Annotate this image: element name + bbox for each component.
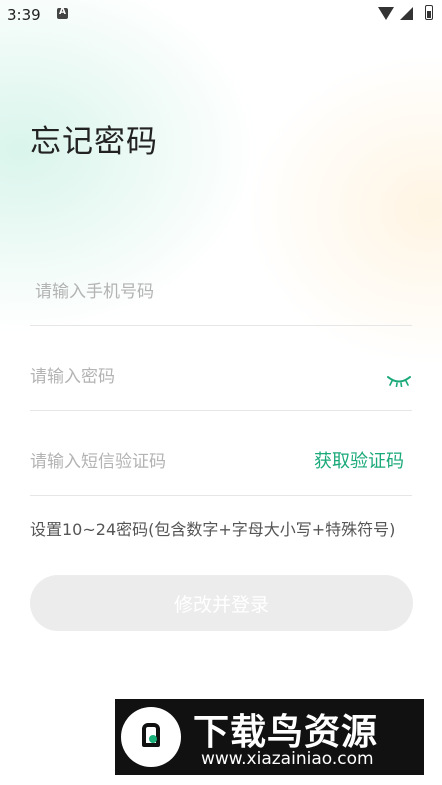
eye-closed-icon[interactable] [387, 372, 411, 388]
sms-code-field: 获取验证码 [30, 410, 412, 496]
phone-input[interactable] [35, 277, 315, 307]
watermark-banner: 下载鸟资源 www.xiazainiao.com [115, 699, 424, 775]
submit-button[interactable]: 修改并登录 [30, 575, 413, 631]
battery-icon [425, 5, 433, 20]
sms-code-input[interactable] [30, 447, 310, 477]
password-input[interactable] [30, 362, 310, 392]
status-bar: 3:39 [0, 0, 442, 30]
status-time: 3:39 [7, 6, 41, 24]
watermark-url: www.xiazainiao.com [201, 749, 374, 769]
phone-field [30, 240, 412, 326]
watermark-title: 下载鸟资源 [193, 712, 379, 753]
signal-icon [400, 7, 413, 20]
get-code-button[interactable]: 获取验证码 [314, 447, 404, 477]
bird-logo-icon [121, 707, 181, 767]
password-field [30, 325, 412, 411]
wifi-icon [378, 7, 394, 20]
password-hint: 设置10~24密码(包含数字+字母大小写+特殊符号) [30, 520, 396, 539]
page-title: 忘记密码 [30, 124, 158, 160]
a-notification-icon [57, 7, 68, 19]
